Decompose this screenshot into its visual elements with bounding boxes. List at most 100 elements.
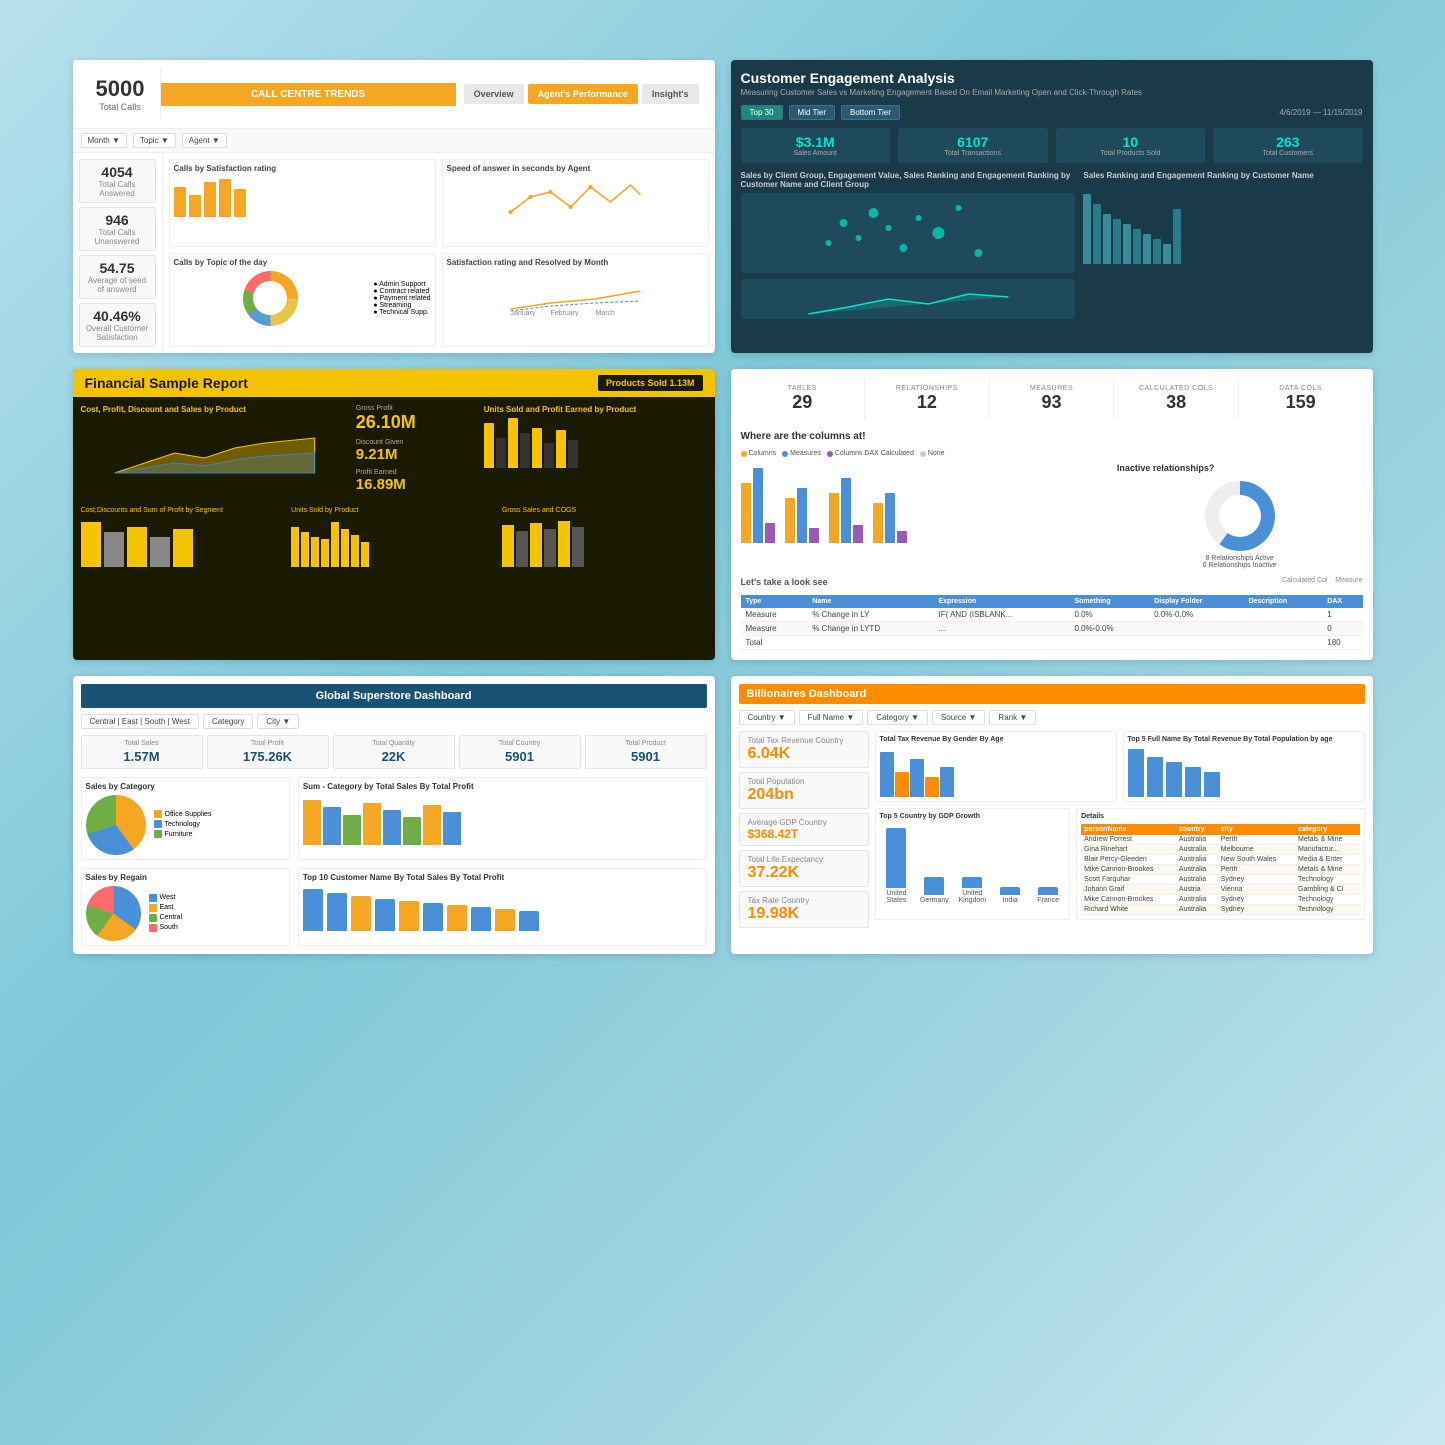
- ma-line: [741, 279, 1076, 319]
- seg-bar-1: [81, 522, 101, 567]
- bar-a: [484, 423, 494, 468]
- date-range-label: 4/6/2019 — 11/15/2019: [1279, 108, 1362, 117]
- bar-patrick: [1103, 214, 1111, 264]
- customer-engagement-panel: Customer Engagement Analysis Measuring C…: [731, 60, 1373, 353]
- name-bar-1: [1128, 749, 1144, 797]
- table-row: Mike Cannon-Brookes Australia Sydney Tec…: [1081, 895, 1359, 905]
- col-bar-c3: [853, 525, 863, 543]
- col-bar-c1: [765, 523, 775, 543]
- gs-charts-top: Sales by Category Office Supplies Techno…: [81, 777, 707, 860]
- call-centre-panel: 5000 Total Calls CALL CENTRE TRENDS Over…: [73, 60, 715, 353]
- agent-filter[interactable]: Agent ▼: [182, 133, 227, 148]
- bd-tax-gender-chart: Total Tax Revenue By Gender By Age: [875, 731, 1117, 802]
- bar-alex: [1143, 234, 1151, 264]
- topic-filter[interactable]: Topic ▼: [133, 133, 176, 148]
- ce-kpis: $3.1M Sales Amount 6107 Total Transactio…: [741, 128, 1363, 163]
- dm-column-chart: [741, 463, 1109, 543]
- tab-agents-performance[interactable]: Agent's Performance: [528, 84, 638, 104]
- region-legend: West East Central South: [149, 894, 183, 934]
- gs-city-filter[interactable]: City ▼: [257, 714, 299, 729]
- ce-charts: Sales by Client Group, Engagement Value,…: [741, 171, 1363, 319]
- ce-filters: Top 30 Mid Tier Bottom Tier 4/6/2019 — 1…: [741, 105, 1363, 120]
- table-row: Mike Cannon-Brookes Australia Perth Meta…: [1081, 865, 1359, 875]
- dm-calc-section: Let's take a look see Calculated Col Mea…: [741, 577, 1363, 650]
- gender-bar-m2: [910, 759, 924, 797]
- ce-kpi-products: 10 Total Products Sold: [1056, 128, 1206, 163]
- topic-chart-card: Calls by Topic of the day ● Admin Suppor…: [169, 253, 436, 348]
- dm-charts: Inactive relationships? 8 Relationships …: [741, 463, 1363, 569]
- up-bar-5: [331, 522, 339, 567]
- kpi-unanswered: 946 Total Calls Unanswered: [79, 207, 156, 251]
- tab-insights[interactable]: Insight's: [642, 84, 699, 104]
- gs-charts-bottom: Sales by Regain West East Central South …: [81, 868, 707, 946]
- gs-category-filter[interactable]: Category: [203, 714, 253, 729]
- col-bar-c2: [809, 528, 819, 543]
- up-bar-8: [361, 542, 369, 567]
- cc-total-calls: 5000 Total Calls: [81, 68, 161, 120]
- bar-c: [508, 418, 518, 468]
- cc-body: 4054 Total Calls Answered 946 Total Call…: [73, 153, 715, 353]
- engagement-bar-chart: [1083, 184, 1362, 264]
- gs-region-chart: Sales by Regain West East Central South: [81, 868, 290, 946]
- svg-text:March: March: [595, 310, 615, 316]
- filter-bottomtier[interactable]: Bottom Tier: [841, 105, 900, 120]
- bar-2: [189, 195, 201, 217]
- sum-bar-2: [323, 807, 341, 845]
- bd-tax-revenue-kpi: Total Tax Revenue Country 6.04K: [739, 731, 869, 768]
- cust-bar-10: [519, 911, 539, 931]
- up-bar-4: [321, 539, 329, 567]
- billionaires-panel: Billionaires Dashboard Country ▼ Full Na…: [731, 676, 1373, 954]
- gc-bar-4: [544, 529, 556, 567]
- gdp-uk: United Kingdom: [955, 877, 989, 904]
- bar-f: [544, 443, 554, 468]
- filter-top30[interactable]: Top 30: [741, 105, 783, 120]
- table-row: Measure % Change in LYTD ... 0.0%-0.0% 0: [741, 622, 1363, 636]
- cost-segment-section: Cost,Discounts and Sum of Profit by Segm…: [81, 507, 286, 567]
- gs-kpi-profit: Total Profit 175.26K: [207, 735, 329, 769]
- bd-country-filter[interactable]: Country ▼: [739, 710, 795, 725]
- total-calls-value: 5000: [93, 76, 148, 102]
- table-row: Blair Percy-Gleeden Australia New South …: [1081, 855, 1359, 865]
- gs-region-filter[interactable]: Central | East | South | West: [81, 714, 199, 729]
- cust-bar-8: [471, 907, 491, 931]
- fin-header: Financial Sample Report Products Sold 1.…: [73, 369, 715, 397]
- fin-body: Cost, Profit, Discount and Sales by Prod…: [73, 397, 715, 507]
- sum-bar-4: [363, 803, 381, 845]
- units-profit-chart: [484, 418, 707, 468]
- name-bar-2: [1147, 757, 1163, 797]
- gs-filters: Central | East | South | West Category C…: [81, 714, 707, 729]
- dm-chart-right: Inactive relationships? 8 Relationships …: [1117, 463, 1363, 569]
- bar-h: [568, 440, 578, 468]
- ce-kpi-customers: 263 Total Customers: [1213, 128, 1363, 163]
- bd-source-filter[interactable]: Source ▼: [932, 710, 986, 725]
- col-bar-a2: [785, 498, 795, 543]
- cc-tabs: Overview Agent's Performance Insight's: [456, 84, 707, 104]
- bd-main-content: Total Tax Revenue Country 6.04K Total Po…: [739, 731, 1365, 932]
- ce-subtitle: Measuring Customer Sales vs Marketing En…: [741, 88, 1363, 97]
- tab-overview[interactable]: Overview: [464, 84, 524, 104]
- name-bar-3: [1166, 762, 1182, 797]
- bd-fullname-filter[interactable]: Full Name ▼: [799, 710, 864, 725]
- filter-midtier[interactable]: Mid Tier: [789, 105, 835, 120]
- ce-chart-right: Sales Ranking and Engagement Ranking by …: [1083, 171, 1362, 319]
- ce-kpi-transactions: 6107 Total Transactions: [898, 128, 1048, 163]
- fin-left: Cost, Profit, Discount and Sales by Prod…: [81, 405, 348, 499]
- legend-dax: Columns DAX Calculated: [827, 450, 914, 457]
- up-bar-6: [341, 529, 349, 567]
- gross-profit-kpi: Gross Profit 26.10M: [356, 405, 476, 433]
- fin-title: Financial Sample Report: [85, 375, 248, 391]
- gs-kpi-sales: Total Sales 1.57M: [81, 735, 203, 769]
- gc-bar-1: [502, 525, 514, 567]
- bd-category-filter[interactable]: Category ▼: [867, 710, 928, 725]
- dm-chart-left: [741, 463, 1109, 569]
- details-table: personName country city category Andrew …: [1081, 824, 1359, 915]
- country-gdp-chart: United States Germany United Kingdom: [880, 824, 1066, 904]
- gdp-de: Germany: [917, 877, 951, 904]
- bd-rank-filter[interactable]: Rank ▼: [989, 710, 1036, 725]
- bar-alyssa: [1093, 204, 1101, 264]
- table-row: Total 180: [741, 636, 1363, 650]
- month-filter[interactable]: Month ▼: [81, 133, 127, 148]
- top-customers-bar: [303, 886, 702, 931]
- data-model-panel: TABLES 29 RELATIONSHIPS 12 MEASURES 93 C…: [731, 369, 1373, 660]
- ce-header: Customer Engagement Analysis Measuring C…: [741, 70, 1363, 97]
